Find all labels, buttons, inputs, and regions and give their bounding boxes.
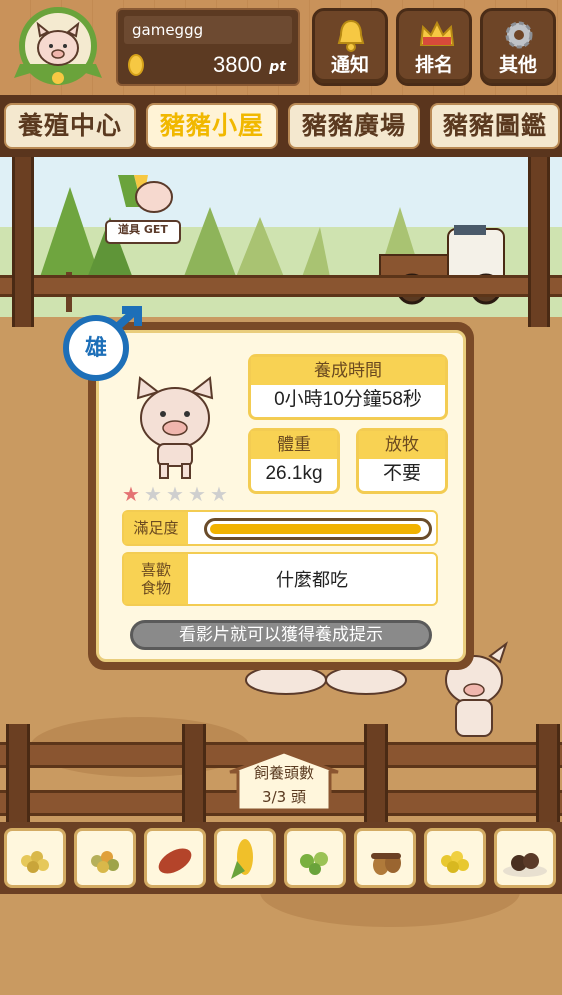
favorite-food-label-line2: 食物 xyxy=(140,579,171,597)
notice-label: 通知 xyxy=(330,54,369,76)
sweet-potato-icon xyxy=(158,848,192,874)
favorite-food-label-line1: 喜歡 xyxy=(140,561,171,579)
tab-pig-plaza[interactable]: 豬豬廣場 xyxy=(288,103,420,149)
food-slot-acorn[interactable] xyxy=(354,828,416,888)
weight-card: 體重 26.1kg xyxy=(248,428,340,494)
watch-video-hint-button[interactable]: 看影片就可以獲得養成提示 xyxy=(130,620,432,650)
fence-post xyxy=(528,157,550,327)
gender-label: 雄 xyxy=(84,336,107,361)
points-unit: pt xyxy=(269,59,286,75)
other-button[interactable]: 其他 xyxy=(480,8,556,86)
pig-portrait xyxy=(136,376,214,479)
fence-post xyxy=(182,724,206,824)
fence-post xyxy=(536,724,560,824)
acorn-icon xyxy=(371,853,401,875)
favorite-food-value: 什麼都吃 xyxy=(276,570,348,591)
grazing-card[interactable]: 放牧 不要 xyxy=(356,428,448,494)
favorite-food-row: 喜歡 食物 什麼都吃 xyxy=(122,552,438,606)
fence-post xyxy=(12,157,34,327)
grain-mix-icon xyxy=(21,851,49,873)
user-info-panel: gameggg 3800 pt xyxy=(116,8,300,86)
tab-bar: 養殖中心 豬豬小屋 豬豬廣場 豬豬圖鑑 xyxy=(0,95,562,157)
crown-icon xyxy=(419,20,455,46)
item-get-label: 道具 GET xyxy=(118,223,168,236)
weight-value: 26.1kg xyxy=(265,463,323,484)
grazing-value: 不要 xyxy=(382,463,421,484)
username: gameggg xyxy=(124,16,292,44)
head-count-sign: 飼養頭數 3/3 頭 xyxy=(226,750,342,812)
points-value: 3800 xyxy=(213,52,262,77)
star-icon: ★ xyxy=(166,482,184,506)
food-bar xyxy=(0,822,562,894)
bean-mix-icon xyxy=(91,851,119,873)
soybean-icon xyxy=(441,851,469,873)
coin-icon xyxy=(128,54,144,76)
food-slot-truffle[interactable] xyxy=(494,828,556,888)
rank-button[interactable]: 排名 xyxy=(396,8,472,86)
fence-post xyxy=(364,724,388,824)
top-header: gameggg 3800 pt 通知 排名 其他 xyxy=(0,0,562,95)
notice-button[interactable]: 通知 xyxy=(312,8,388,86)
raise-time-label: 養成時間 xyxy=(251,357,445,385)
favorite-food-label: 喜歡 食物 xyxy=(124,554,188,604)
truffle-icon xyxy=(503,853,547,877)
other-label: 其他 xyxy=(498,54,537,76)
tab-pig-encyclopedia[interactable]: 豬豬圖鑑 xyxy=(430,103,560,149)
head-count-value: 3/3 頭 xyxy=(262,788,306,806)
bell-icon xyxy=(337,19,365,52)
food-slot-bean-mix[interactable] xyxy=(74,828,136,888)
star-icon: ★ xyxy=(122,482,140,506)
vegetable-icon xyxy=(300,852,328,875)
satisfaction-label: 滿足度 xyxy=(124,512,188,544)
rank-label: 排名 xyxy=(414,54,453,76)
food-slot-soybean[interactable] xyxy=(424,828,486,888)
player-avatar[interactable] xyxy=(10,6,106,90)
satisfaction-row: 滿足度 xyxy=(122,510,438,546)
item-get-badge[interactable] xyxy=(98,167,188,257)
gear-icon xyxy=(505,21,533,49)
star-icon: ★ xyxy=(210,482,228,506)
raise-time-card: 養成時間 0小時10分鐘58秒 xyxy=(248,354,448,420)
grazing-label: 放牧 xyxy=(359,431,445,459)
star-icon: ★ xyxy=(144,482,162,506)
food-slot-sweet-potato[interactable] xyxy=(144,828,206,888)
food-slot-grain-mix[interactable] xyxy=(4,828,66,888)
corn-icon xyxy=(231,839,253,879)
raise-time-value: 0小時10分鐘58秒 xyxy=(274,389,422,410)
tab-pig-house[interactable]: 豬豬小屋 xyxy=(146,103,278,149)
food-slot-corn[interactable] xyxy=(214,828,276,888)
tab-breeding-center[interactable]: 養殖中心 xyxy=(4,103,136,149)
food-slot-vegetable[interactable] xyxy=(284,828,346,888)
star-rating: ★ ★ ★ ★ ★ xyxy=(122,484,236,504)
points-row: 3800 pt xyxy=(124,50,292,80)
head-count-label: 飼養頭數 xyxy=(253,764,314,782)
fence-post xyxy=(6,724,30,824)
satisfaction-bar xyxy=(204,518,432,540)
satisfaction-fill xyxy=(210,524,421,534)
weight-label: 體重 xyxy=(251,431,337,459)
fence-rail xyxy=(0,275,562,297)
star-icon: ★ xyxy=(188,482,206,506)
